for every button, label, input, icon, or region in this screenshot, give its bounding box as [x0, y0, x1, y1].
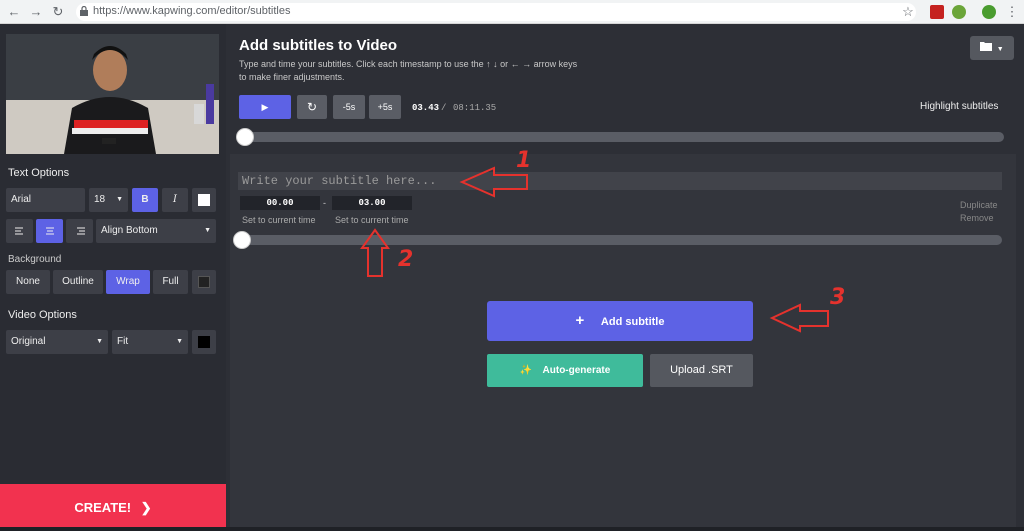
taskbar-edge: [0, 527, 1024, 531]
annotation-arrow-2: [360, 228, 390, 277]
annotation-layer: [360, 166, 829, 333]
annotation-number-1: 1: [516, 148, 532, 173]
annotation-number-2: 2: [398, 247, 414, 272]
annotation-number-3: 3: [830, 285, 846, 310]
annotation-arrow-3: [769, 303, 829, 333]
